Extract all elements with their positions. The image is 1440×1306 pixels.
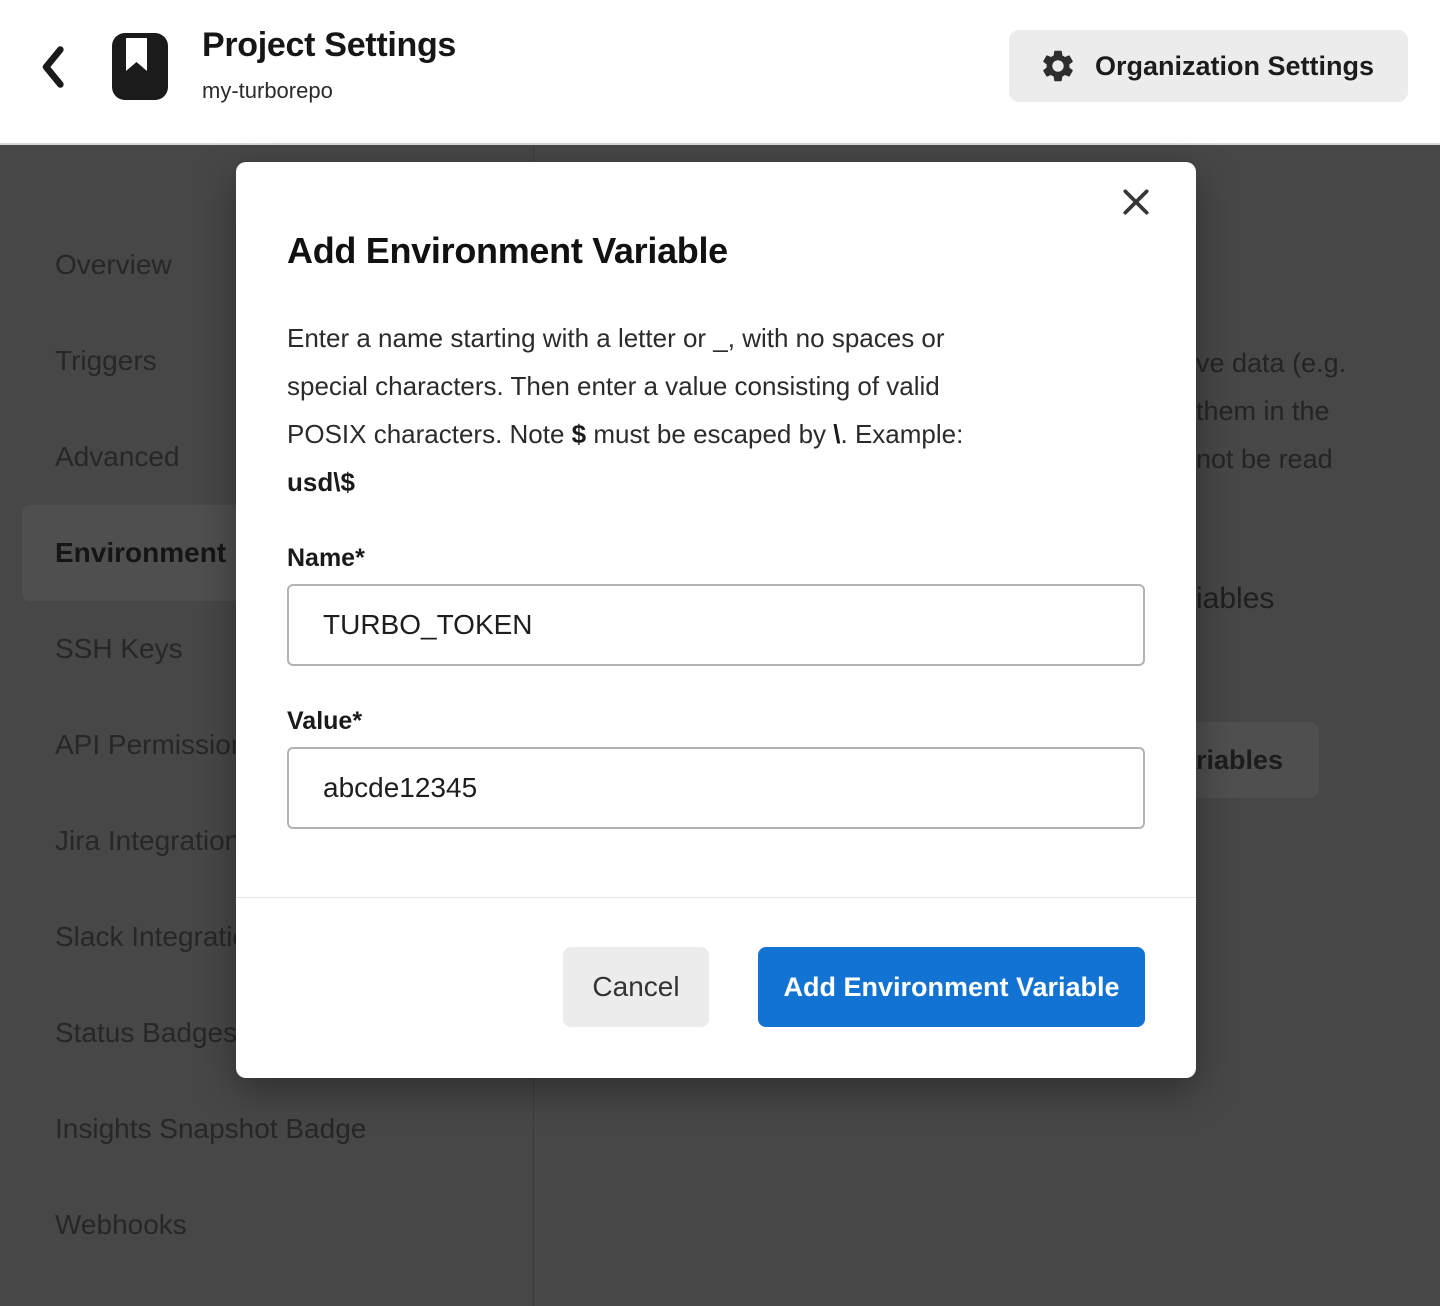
background-text-fragment: not be read: [1196, 439, 1333, 479]
add-environment-variable-button[interactable]: Add Environment Variable: [758, 947, 1145, 1027]
organization-settings-label: Organization Settings: [1095, 51, 1374, 82]
add-environment-variable-modal: Add Environment Variable Enter a name st…: [236, 162, 1196, 1078]
background-text-fragment: them in the: [1196, 391, 1330, 431]
back-button[interactable]: [30, 42, 78, 94]
page-title: Project Settings: [202, 26, 456, 65]
description-line: special characters. Then enter a value c…: [287, 362, 1147, 410]
description-line: usd\$: [287, 458, 1147, 506]
close-button[interactable]: [1116, 182, 1156, 222]
modal-footer-divider: [236, 897, 1196, 898]
header: Project Settings my-turborepo Organizati…: [0, 0, 1440, 145]
project-bookmark-icon: [112, 33, 168, 100]
sidebar-item-webhooks[interactable]: Webhooks: [22, 1177, 511, 1273]
name-input[interactable]: [287, 584, 1145, 666]
background-text-fragment: ve data (e.g.: [1196, 343, 1346, 383]
modal-description: Enter a name starting with a letter or _…: [287, 314, 1147, 506]
cancel-button[interactable]: Cancel: [563, 947, 709, 1027]
close-icon: [1121, 187, 1151, 217]
organization-settings-button[interactable]: Organization Settings: [1009, 30, 1408, 102]
gear-icon: [1039, 47, 1077, 85]
sidebar-item-insights-snapshot-badge[interactable]: Insights Snapshot Badge: [22, 1081, 511, 1177]
background-heading-fragment: iables: [1196, 582, 1274, 616]
project-name: my-turborepo: [202, 78, 456, 104]
value-field-label: Value*: [287, 707, 362, 736]
modal-title: Add Environment Variable: [287, 230, 728, 272]
description-line: Enter a name starting with a letter or _…: [287, 314, 1147, 362]
page: Project Settings my-turborepo Organizati…: [0, 0, 1440, 1306]
value-input[interactable]: [287, 747, 1145, 829]
header-titles: Project Settings my-turborepo: [202, 26, 456, 104]
description-line: POSIX characters. Note $ must be escaped…: [287, 410, 1147, 458]
name-field-label: Name*: [287, 544, 365, 573]
chevron-left-icon: [35, 43, 73, 94]
